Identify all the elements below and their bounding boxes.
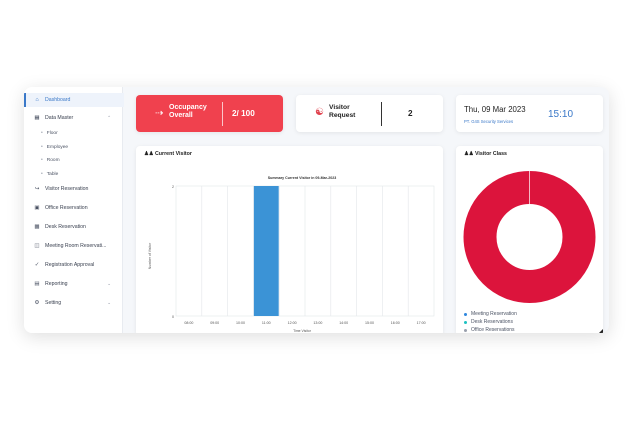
occupancy-label-line1: Occupancy <box>169 104 207 111</box>
sidebar-item-label: Office Reservation <box>45 205 88 211</box>
legend-dot <box>464 328 467 332</box>
legend-dot <box>464 320 467 324</box>
sidebar-subitem-label: Employee <box>46 144 69 150</box>
y-tick-top: 2 <box>172 185 174 189</box>
x-axis-label: Time Visitor <box>293 329 312 333</box>
current-visitor-chart: Summary Current Visitor in 09-Mar-2023 N… <box>148 176 435 333</box>
enter-door-icon: ⇢ <box>155 108 164 119</box>
occupancy-label-line2: Overall <box>169 111 193 119</box>
sidebar-item-label: Data Master <box>45 115 74 121</box>
sidebar-item-desk-reservation[interactable]: ▩ Desk Reservation <box>24 220 122 234</box>
sidebar-subitem-floor[interactable]: • Floor <box>24 127 122 139</box>
current-date: Thu, 09 Mar 2023 <box>464 105 526 114</box>
visitor-class-chart <box>463 171 596 303</box>
sidebar-item-setting[interactable]: ⚙ Setting ⌄ <box>24 296 122 310</box>
sidebar-subitem-label: Room <box>46 157 60 163</box>
sidebar-item-label: Meeting Room Reservati... <box>45 243 107 249</box>
occupancy-label: Occupancy Overall <box>169 104 207 119</box>
report-icon: ▤ <box>34 281 40 287</box>
sidebar-item-registration-approval[interactable]: ✓ Registration Approval <box>24 258 122 272</box>
company-name: PT. G4S Security Services <box>464 119 514 124</box>
datetime-card: Thu, 09 Mar 2023 PT. G4S Security Servic… <box>456 95 603 132</box>
sidebar-subitem-label: Floor <box>46 130 58 136</box>
sidebar-item-meeting-room-reservation[interactable]: ◫ Meeting Room Reservati... <box>24 239 122 253</box>
visitor-request-label: Visitor Request <box>329 104 355 119</box>
legend-label: Desk Reservations <box>471 319 513 325</box>
sidebar-item-label: Visitor Reservation <box>45 186 89 192</box>
legend-label: Office Reservations <box>471 327 515 333</box>
x-tick-label: 13:00 <box>313 321 322 325</box>
chevron-up-icon: ⌃ <box>107 115 111 120</box>
divider <box>381 102 382 126</box>
x-tick-label: 12:00 <box>288 321 297 325</box>
sidebar-item-dashboard[interactable]: ⌂ Dashboard <box>24 93 124 107</box>
resize-corner[interactable] <box>596 329 603 333</box>
sidebar-subitem-room[interactable]: • Room <box>24 154 122 166</box>
visitor-request-label-line1: Visitor <box>329 104 350 111</box>
x-tick-label: 09:00 <box>210 321 219 325</box>
x-tick-label: 10:00 <box>236 321 245 325</box>
sidebar-item-label: Desk Reservation <box>45 224 86 230</box>
meeting-room-icon: ◫ <box>34 243 40 249</box>
legend-item-desk[interactable]: Desk Reservations <box>464 319 513 325</box>
y-axis-label: Number of Visitor <box>148 242 152 269</box>
sidebar-item-office-reservation[interactable]: ▣ Office Reservation <box>24 201 122 215</box>
bullet-icon: • <box>41 130 43 136</box>
home-icon: ⌂ <box>35 97 39 103</box>
bullet-icon: • <box>41 171 43 177</box>
sidebar-subitem-employee[interactable]: • Employee <box>24 141 122 153</box>
sidebar: ⌂ Dashboard ▦ Data Master ⌃ • Floor • Em… <box>24 87 124 333</box>
visitor-request-value: 2 <box>408 109 413 118</box>
chevron-down-icon: ⌄ <box>107 281 111 286</box>
gear-icon: ⚙ <box>34 300 40 306</box>
sidebar-subitem-label: Table <box>46 171 59 177</box>
login-icon: ↪ <box>34 186 40 192</box>
x-tick-label: 08:00 <box>184 321 193 325</box>
current-time: 15:10 <box>548 109 574 120</box>
grid-icon: ▦ <box>34 115 40 121</box>
sidebar-item-visitor-reservation[interactable]: ↪ Visitor Reservation <box>24 182 122 196</box>
legend-label: Meeting Reservation <box>471 311 517 317</box>
approval-icon: ✓ <box>34 262 40 268</box>
chart-title: Summary Current Visitor in 09-Mar-2023 <box>268 176 336 180</box>
bar[interactable] <box>253 186 279 316</box>
sidebar-item-label: Reporting <box>45 281 68 287</box>
divider <box>222 102 223 126</box>
office-icon: ▣ <box>34 205 40 211</box>
x-tick-label: 15:00 <box>365 321 374 325</box>
desk-icon: ▩ <box>34 224 40 230</box>
x-tick-label: 14:00 <box>339 321 348 325</box>
visitor-class-card: ♟♟ Visitor Class Meeting Reservation Des… <box>456 146 603 333</box>
current-visitor-card: ♟♟ Current Visitor Summary Current Visit… <box>136 146 443 333</box>
legend-dot <box>464 312 467 316</box>
legend-item-meeting[interactable]: Meeting Reservation <box>464 311 517 317</box>
bullet-icon: • <box>41 157 43 163</box>
visitor-request-label-line2: Request <box>329 111 356 119</box>
occupancy-value: 2/ 100 <box>232 109 255 118</box>
sidebar-subitem-table[interactable]: • Table <box>24 168 122 180</box>
visitors-icon: ☯ <box>315 107 324 118</box>
x-tick-label: 11:00 <box>262 321 271 325</box>
sidebar-item-reporting[interactable]: ▤ Reporting ⌄ <box>24 277 122 291</box>
sidebar-item-label: Setting <box>45 300 62 306</box>
visitor-request-card[interactable]: ☯ Visitor Request 2 <box>296 95 443 132</box>
sidebar-item-label: Registration Approval <box>45 262 95 268</box>
x-tick-label: 17:00 <box>417 321 426 325</box>
app-window: ⌂ Dashboard ▦ Data Master ⌃ • Floor • Em… <box>24 87 609 333</box>
chevron-down-icon: ⌄ <box>107 300 111 305</box>
sidebar-item-label: Dashboard <box>45 97 71 103</box>
x-tick-label: 16:00 <box>391 321 400 325</box>
bullet-icon: • <box>41 144 43 150</box>
legend-item-office[interactable]: Office Reservations <box>464 327 515 333</box>
sidebar-item-data-master[interactable]: ▦ Data Master ⌃ <box>24 111 122 125</box>
occupancy-card: ⇢ Occupancy Overall 2/ 100 <box>136 95 283 132</box>
y-tick-bottom: 0 <box>172 315 174 319</box>
